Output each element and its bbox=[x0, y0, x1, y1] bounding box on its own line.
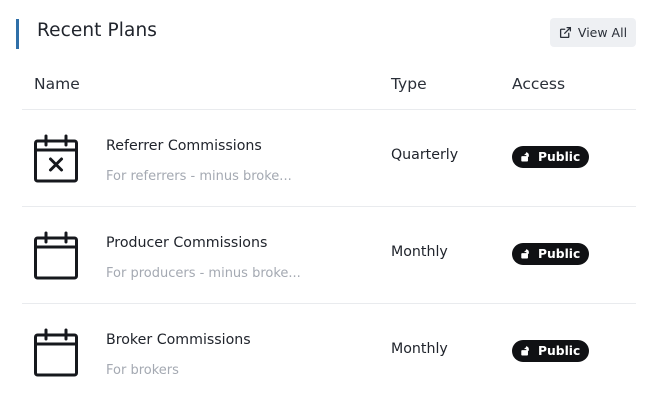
unlock-icon bbox=[521, 152, 529, 162]
view-all-button[interactable]: View All bbox=[550, 18, 636, 47]
access-label: Public bbox=[538, 344, 581, 358]
calendar-x-icon bbox=[34, 134, 78, 183]
table-row[interactable]: Broker Commissions For brokers Monthly P… bbox=[0, 304, 653, 398]
unlock-icon bbox=[521, 249, 529, 259]
header-accent-bar bbox=[16, 19, 19, 49]
plan-name[interactable]: Referrer Commissions bbox=[106, 138, 262, 154]
access-label: Public bbox=[538, 150, 581, 164]
calendar-icon bbox=[34, 231, 78, 280]
plan-type: Monthly bbox=[391, 341, 448, 357]
plan-type: Quarterly bbox=[391, 147, 459, 163]
plan-name[interactable]: Broker Commissions bbox=[106, 332, 251, 348]
table-row[interactable]: Referrer Commissions For referrers - min… bbox=[0, 110, 653, 206]
access-badge: Public bbox=[512, 146, 590, 168]
view-all-label: View All bbox=[577, 25, 628, 40]
plan-name[interactable]: Producer Commissions bbox=[106, 235, 267, 251]
plan-description: For brokers bbox=[106, 363, 179, 378]
table-row[interactable]: Producer Commissions For producers - min… bbox=[0, 207, 653, 303]
card-header: Recent Plans View All bbox=[0, 0, 653, 66]
plan-description: For referrers - minus broke... bbox=[106, 169, 292, 184]
recent-plans-card: Recent Plans View All Name Type Access R… bbox=[0, 0, 653, 398]
column-header-access[interactable]: Access bbox=[512, 75, 565, 93]
column-header-type[interactable]: Type bbox=[391, 75, 427, 93]
plan-description: For producers - minus broke... bbox=[106, 266, 301, 281]
unlock-icon bbox=[521, 346, 529, 356]
access-badge: Public bbox=[512, 340, 590, 362]
column-header-name[interactable]: Name bbox=[34, 75, 80, 93]
external-link-icon bbox=[559, 26, 571, 39]
card-title: Recent Plans bbox=[37, 20, 158, 41]
access-badge: Public bbox=[512, 243, 590, 265]
access-label: Public bbox=[538, 247, 581, 261]
calendar-icon bbox=[34, 328, 78, 377]
plan-type: Monthly bbox=[391, 244, 448, 260]
